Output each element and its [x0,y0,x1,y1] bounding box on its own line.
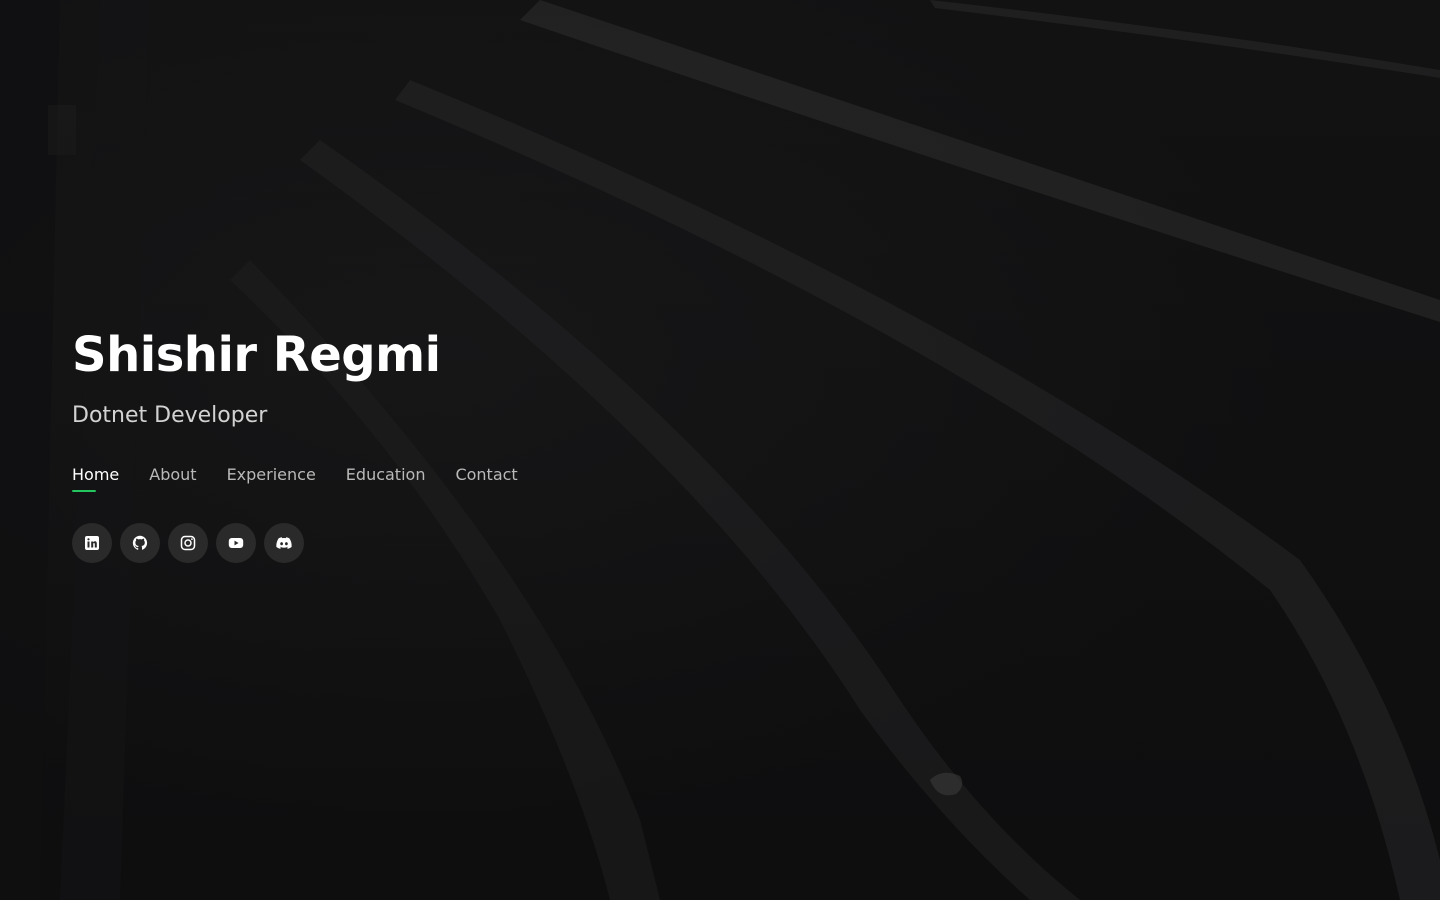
github-icon [132,535,148,550]
linkedin-icon [85,536,99,550]
discord-button[interactable] [264,523,304,563]
main-nav: Home About Experience Education Contact [72,464,518,492]
social-links [72,523,518,563]
instagram-button[interactable] [168,523,208,563]
hero-content: Shishir Regmi Dotnet Developer Home Abou… [72,326,518,563]
instagram-icon [180,535,196,551]
nav-link-education[interactable]: Education [346,464,426,492]
discord-icon [276,537,292,549]
nav-link-home[interactable]: Home [72,464,119,492]
linkedin-button[interactable] [72,523,112,563]
page-title: Shishir Regmi [72,327,441,383]
github-button[interactable] [120,523,160,563]
job-title: Dotnet Developer [72,403,268,428]
nav-link-about[interactable]: About [149,464,196,492]
youtube-button[interactable] [216,523,256,563]
nav-link-experience[interactable]: Experience [227,464,316,492]
nav-link-contact[interactable]: Contact [455,464,517,492]
hero-section: Shishir Regmi Dotnet Developer Home Abou… [0,0,1440,900]
youtube-icon [228,538,244,548]
